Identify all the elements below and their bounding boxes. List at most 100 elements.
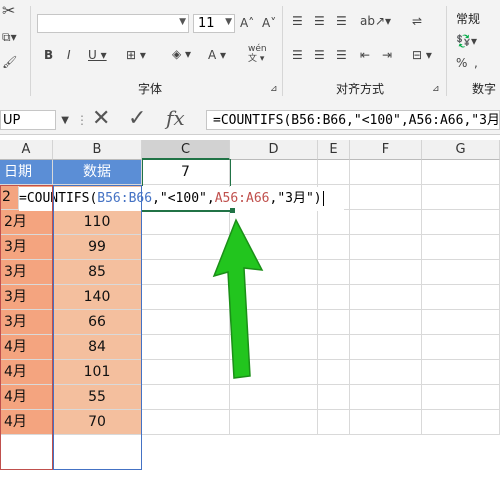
cell-b-row-4[interactable]: 85 <box>53 260 142 285</box>
cell-f-row-9[interactable] <box>350 385 422 410</box>
cell-g-row-9[interactable] <box>422 385 500 410</box>
cell-f-row-4[interactable] <box>350 260 422 285</box>
cell-f-row-10[interactable] <box>350 410 422 435</box>
align-middle-icon[interactable]: ☰ <box>314 14 325 28</box>
cell-d-header[interactable] <box>230 160 318 185</box>
cell-e-row-10[interactable] <box>318 410 350 435</box>
cell-b-row-8[interactable]: 101 <box>53 360 142 385</box>
cell-f-row-7[interactable] <box>350 335 422 360</box>
formula-input[interactable]: =COUNTIFS(B56:B66,"<100",A56:A66,"3月") <box>206 110 500 130</box>
chevron-down-icon[interactable]: ▼ <box>61 111 69 131</box>
cancel-icon[interactable]: ✕ <box>92 106 110 131</box>
cell-g-header[interactable] <box>422 160 500 185</box>
cell-a-row-3[interactable]: 3月 <box>0 235 53 260</box>
increase-indent-icon[interactable]: ⇥ <box>382 48 392 62</box>
cell-f-row-3[interactable] <box>350 235 422 260</box>
cell-f-row-5[interactable] <box>350 285 422 310</box>
cell-g-row-4[interactable] <box>422 260 500 285</box>
align-top-icon[interactable]: ☰ <box>292 14 303 28</box>
cell-e-row-6[interactable] <box>318 310 350 335</box>
fill-color-icon[interactable]: ◈ ▾ <box>172 47 191 61</box>
enter-icon[interactable]: ✓ <box>128 106 146 131</box>
cell-c-row-9[interactable] <box>142 385 230 410</box>
cell-a-row-5[interactable]: 3月 <box>0 285 53 310</box>
column-header-c[interactable]: C <box>142 140 230 160</box>
underline-icon[interactable]: U ▾ <box>88 48 107 62</box>
cell-b-row-3[interactable]: 99 <box>53 235 142 260</box>
cell-g-row-8[interactable] <box>422 360 500 385</box>
cell-g-row-10[interactable] <box>422 410 500 435</box>
number-format-value[interactable]: 常规 <box>456 10 480 27</box>
decrease-font-icon[interactable]: A˅ <box>262 16 276 30</box>
border-icon[interactable]: ⊞ ▾ <box>126 48 146 62</box>
cell-e-row-3[interactable] <box>318 235 350 260</box>
cell-e-row-5[interactable] <box>318 285 350 310</box>
cell-a-header[interactable]: 日期 <box>0 160 53 185</box>
cell-g-row-6[interactable] <box>422 310 500 335</box>
insert-function-icon[interactable]: fx <box>166 106 185 130</box>
align-left-icon[interactable]: ☰ <box>292 48 303 62</box>
cell-f-row-2[interactable] <box>350 210 422 235</box>
cell-a-row-2[interactable]: 2月 <box>0 210 53 235</box>
decrease-indent-icon[interactable]: ⇤ <box>360 48 370 62</box>
format-painter-icon[interactable]: 🖌 <box>2 55 17 69</box>
dialog-launcher-icon[interactable]: ⊿ <box>270 82 278 96</box>
column-header-f[interactable]: F <box>350 140 422 160</box>
cell-d-row-10[interactable] <box>230 410 318 435</box>
column-header-e[interactable]: E <box>318 140 350 160</box>
cell-a-row-6[interactable]: 3月 <box>0 310 53 335</box>
column-header-d[interactable]: D <box>230 140 318 160</box>
merge-cells-icon[interactable]: ⊟ ▾ <box>412 48 432 62</box>
cell-b-header[interactable]: 数据 <box>53 160 142 185</box>
column-header-a[interactable]: A <box>0 140 53 160</box>
cell-e-row-7[interactable] <box>318 335 350 360</box>
align-right-icon[interactable]: ☰ <box>336 48 347 62</box>
cell-g-row-5[interactable] <box>422 285 500 310</box>
cell-c-result[interactable]: 7 <box>142 160 230 185</box>
cell-a-row-8[interactable]: 4月 <box>0 360 53 385</box>
cell-b-row-6[interactable]: 66 <box>53 310 142 335</box>
cell-b-row-9[interactable]: 55 <box>53 385 142 410</box>
copy-icon[interactable]: ⧉▾ <box>2 30 17 44</box>
cut-icon[interactable]: ✂ <box>2 3 15 19</box>
cell-e-row-8[interactable] <box>318 360 350 385</box>
font-color-icon[interactable]: A ▾ <box>208 48 226 62</box>
cell-f-header[interactable] <box>350 160 422 185</box>
cell-a-row-4[interactable]: 3月 <box>0 260 53 285</box>
comma-icon[interactable]: , <box>474 56 478 70</box>
name-box[interactable]: UP ▼ <box>0 110 69 130</box>
cell-c-row-10[interactable] <box>142 410 230 435</box>
currency-icon[interactable]: 💱▾ <box>456 34 477 48</box>
cell-e-row-4[interactable] <box>318 260 350 285</box>
font-size-combo[interactable]: 11 ▼ <box>193 14 235 33</box>
cell-e-row-9[interactable] <box>318 385 350 410</box>
increase-font-icon[interactable]: A˄ <box>240 16 254 30</box>
align-bottom-icon[interactable]: ☰ <box>336 14 347 28</box>
cell-a-row-9[interactable]: 4月 <box>0 385 53 410</box>
cell-a-row-7[interactable]: 4月 <box>0 335 53 360</box>
wrap-text-icon[interactable]: ⇌ <box>412 14 422 28</box>
cell-g-row-2[interactable] <box>422 210 500 235</box>
cell-b-row-7[interactable]: 84 <box>53 335 142 360</box>
formula-bar-grip-icon[interactable]: ⋮ <box>76 113 88 127</box>
cell-g-row-1[interactable] <box>422 185 500 210</box>
cell-b-row-5[interactable]: 140 <box>53 285 142 310</box>
cell-a-row-10[interactable]: 4月 <box>0 410 53 435</box>
italic-icon[interactable]: I <box>67 48 71 62</box>
dialog-launcher-icon[interactable]: ⊿ <box>432 82 440 96</box>
percent-icon[interactable]: % <box>456 56 467 70</box>
cell-g-row-7[interactable] <box>422 335 500 360</box>
cell-b-row-10[interactable]: 70 <box>53 410 142 435</box>
cell-g-row-3[interactable] <box>422 235 500 260</box>
phonetic-icon[interactable]: wén 文 ▾ <box>248 44 267 64</box>
cell-e-row-2[interactable] <box>318 210 350 235</box>
cell-a-editing[interactable]: 2月 <box>0 185 19 210</box>
cell-e-header[interactable] <box>318 160 350 185</box>
align-center-icon[interactable]: ☰ <box>314 48 325 62</box>
bold-icon[interactable]: B <box>44 48 53 62</box>
font-name-combo[interactable]: ▼ <box>37 14 189 33</box>
orientation-icon[interactable]: ab↗▾ <box>360 14 391 28</box>
cell-f-row-1[interactable] <box>350 185 422 210</box>
in-cell-formula-editor[interactable]: =COUNTIFS(B56:B66,"<100",A56:A66,"3月") <box>19 187 344 211</box>
cell-f-row-8[interactable] <box>350 360 422 385</box>
